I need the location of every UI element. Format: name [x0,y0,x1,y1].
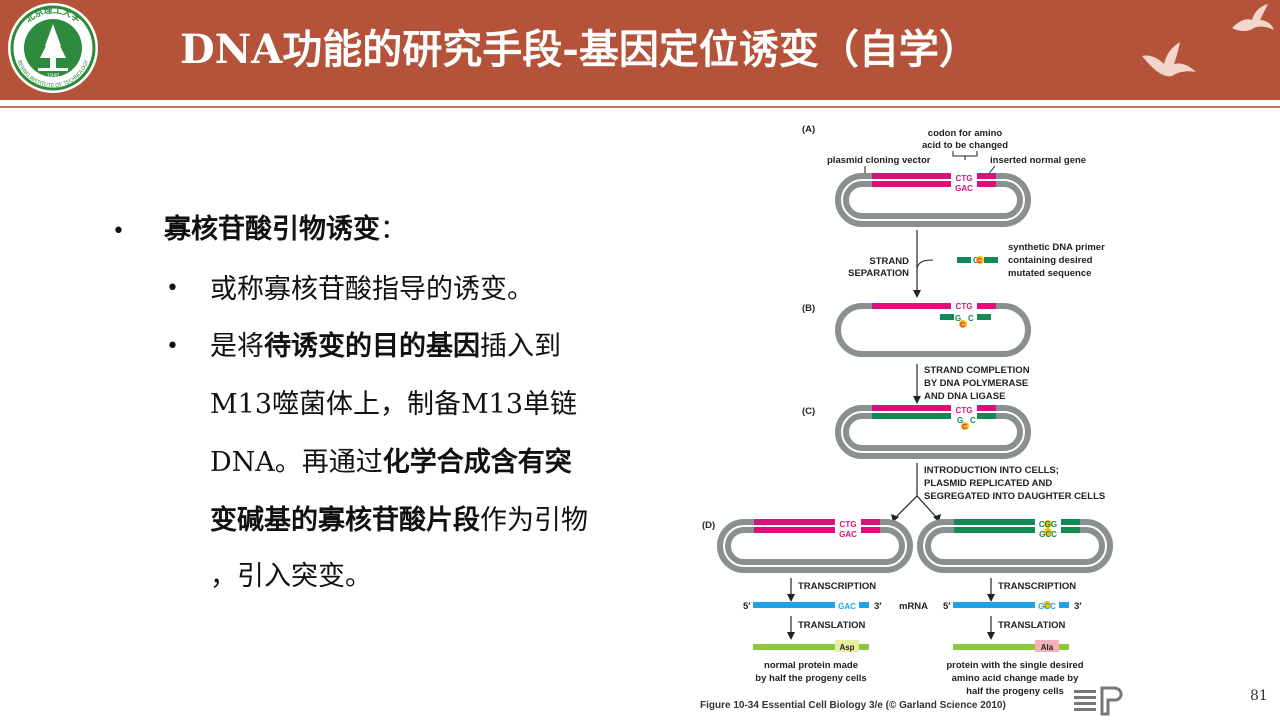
page-number: 81 [1250,688,1268,704]
dove-icon [1142,42,1196,77]
plasmid-c: CTG G C C [835,404,1031,459]
svg-text:Asp: Asp [839,643,854,652]
heading-colon: ： [380,214,407,245]
dove-icon [1232,4,1274,31]
sub-bullet: • [166,334,179,359]
svg-text:Ala: Ala [1041,643,1054,652]
sub-bullet: • [166,276,179,301]
svg-text:CGG: CGG [1039,520,1057,529]
panel-b-label: (B) [802,303,815,314]
svg-text:SEGREGATED INTO DAUGHTER CELLS: SEGREGATED INTO DAUGHTER CELLS [924,491,1105,502]
plasmid-a: CTG GAC [835,172,1031,227]
figure-caption: Figure 10-34 Essential Cell Biology 3/e … [700,700,1006,711]
svg-text:plasmid cloning vector: plasmid cloning vector [827,155,931,166]
logo-year: 1940 [47,73,60,79]
svg-text:C: C [960,322,965,329]
svg-text:C: C [962,424,967,431]
publisher-logo [1074,686,1123,716]
svg-text:TRANSCRIPTION: TRANSCRIPTION [998,581,1076,592]
sub-bullet-text: 或称寡核苷酸指导的诱变。 [210,274,534,305]
svg-text:C: C [968,314,974,323]
svg-text:STRAND: STRAND [869,256,909,267]
svg-text:acid to be changed: acid to be changed [922,140,1008,151]
svg-text:CTG: CTG [956,302,973,311]
bullet: • [112,219,125,244]
svg-text:GAC: GAC [955,184,973,193]
svg-text:CTG: CTG [956,406,973,415]
page-title: DNA功能的研究手段-基因定位诱变（自学） [180,26,979,73]
plasmid-d-normal: CTG GAC [717,518,913,573]
panel-d-label: (D) [702,520,715,531]
svg-text:TRANSLATION: TRANSLATION [798,620,866,631]
svg-text:BY DNA POLYMERASE: BY DNA POLYMERASE [924,378,1028,389]
svg-text:by half the progeny cells: by half the progeny cells [755,673,866,684]
university-logo: 1940 北京理工大学 BEIJING INSTITUTE OF TECHNOL… [8,3,98,93]
svg-text:AND DNA LIGASE: AND DNA LIGASE [924,391,1005,402]
svg-text:synthetic DNA primer: synthetic DNA primer [1008,242,1105,253]
svg-text:C: C [977,258,982,265]
svg-text:TRANSLATION: TRANSLATION [998,620,1066,631]
sub-bullet-text: 变碱基的寡核苷酸片段作为引物 [210,505,588,536]
svg-text:codon for amino: codon for amino [928,128,1003,139]
svg-text:GAC: GAC [838,602,856,611]
svg-text:PLASMID REPLICATED AND: PLASMID REPLICATED AND [924,478,1052,489]
heading-bold-text: 寡核苷酸引物诱变 [164,214,380,245]
svg-text:TRANSCRIPTION: TRANSCRIPTION [798,581,876,592]
sub-bullet-text: DNA。再通过化学合成含有突 [210,447,572,478]
svg-text:amino acid change made by: amino acid change made by [952,673,1079,684]
svg-text:3′: 3′ [1074,601,1082,612]
svg-text:protein with the single desire: protein with the single desired [946,660,1083,671]
svg-text:SEPARATION: SEPARATION [848,268,909,279]
svg-text:normal protein made: normal protein made [764,660,858,671]
svg-text:INTRODUCTION INTO CELLS;: INTRODUCTION INTO CELLS; [924,465,1059,476]
svg-text:half the progeny cells: half the progeny cells [966,686,1064,697]
mutagenesis-diagram: (A) codon for amino acid to be changed p… [702,124,1113,697]
svg-text:CTG: CTG [840,520,857,529]
svg-text:mRNA: mRNA [899,601,928,612]
plasmid-d-mutant: CGG GCC [917,518,1113,573]
sub-bullet-text: 是将待诱变的目的基因插入到 [210,331,561,362]
sub-bullet-text: ，引入突变。 [210,561,372,592]
panel-a-label: (A) [802,124,815,135]
svg-text:containing desired: containing desired [1008,255,1093,266]
title-bar-underline [0,106,1280,108]
svg-text:CTG: CTG [956,174,973,183]
svg-text:5′: 5′ [943,601,951,612]
sub-bullet-text: M13噬菌体上，制备M13单链 [210,389,578,420]
bullet-heading: 寡核苷酸引物诱变： [164,205,724,255]
plasmid-b: CTG G C C [835,301,1031,357]
svg-text:3′: 3′ [874,601,882,612]
svg-text:inserted normal gene: inserted normal gene [990,155,1086,166]
svg-text:GCC: GCC [1039,530,1057,539]
svg-text:C: C [970,416,976,425]
panel-c-label: (C) [802,406,815,417]
svg-text:5′: 5′ [743,601,751,612]
svg-text:GCC: GCC [1038,602,1056,611]
svg-text:STRAND COMPLETION: STRAND COMPLETION [924,365,1030,376]
svg-text:GAC: GAC [839,530,857,539]
svg-text:mutated sequence: mutated sequence [1008,268,1091,279]
